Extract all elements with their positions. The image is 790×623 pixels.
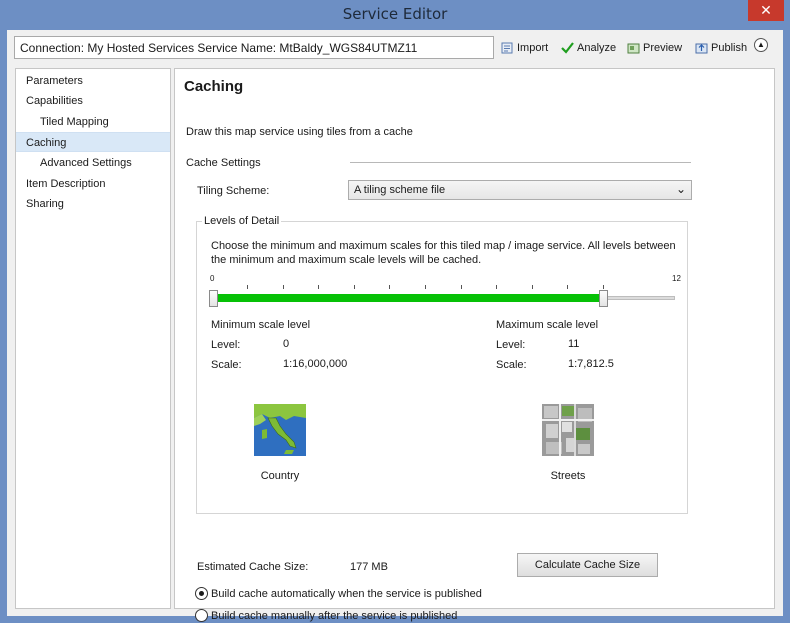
connection-field: Connection: My Hosted Services Service N… bbox=[14, 36, 494, 59]
service-editor-window: Service Editor ✕ Connection: My Hosted S… bbox=[0, 0, 790, 623]
country-map-image bbox=[254, 404, 306, 456]
slider-tick bbox=[602, 285, 604, 289]
min-level-value: 0 bbox=[283, 338, 290, 350]
analyze-button[interactable]: Analyze bbox=[561, 40, 616, 56]
nav-item-parameters[interactable]: Parameters bbox=[16, 71, 170, 91]
preview-button[interactable]: Preview bbox=[627, 40, 682, 56]
max-level-value: 11 bbox=[568, 338, 580, 350]
client-area: Connection: My Hosted Services Service N… bbox=[7, 30, 783, 622]
streets-caption: Streets bbox=[550, 470, 586, 482]
nav-item-item-description[interactable]: Item Description bbox=[16, 174, 170, 194]
max-scale-label: Scale: bbox=[496, 359, 527, 371]
slider-tick bbox=[389, 285, 391, 289]
slider-max-label: 12 bbox=[672, 274, 681, 283]
scale-level-slider[interactable]: 0 12 bbox=[209, 274, 681, 314]
slider-range-fill bbox=[212, 294, 604, 302]
collapse-icon[interactable]: ▲ bbox=[754, 38, 768, 52]
publish-button[interactable]: Publish bbox=[695, 40, 747, 56]
preview-icon bbox=[627, 42, 640, 54]
radio-unselected[interactable] bbox=[195, 609, 208, 622]
max-scale-value: 1:7,812.5 bbox=[568, 358, 614, 370]
window-title: Service Editor bbox=[342, 5, 448, 23]
slider-tick bbox=[282, 285, 284, 289]
slider-tick bbox=[425, 285, 426, 289]
max-scale-header: Maximum scale level bbox=[496, 319, 599, 331]
import-label: Import bbox=[517, 42, 549, 54]
max-level-label: Level: bbox=[496, 339, 526, 351]
calculate-cache-size-button[interactable]: Calculate Cache Size bbox=[517, 553, 658, 577]
slider-tick bbox=[531, 285, 533, 289]
section-divider bbox=[350, 162, 691, 163]
slider-min-thumb[interactable] bbox=[209, 290, 218, 307]
title-bar[interactable]: Service Editor ✕ bbox=[0, 0, 790, 30]
tiling-scheme-label: Tiling Scheme: bbox=[197, 185, 270, 197]
min-level-label: Level: bbox=[211, 339, 241, 351]
streets-map-image bbox=[542, 404, 594, 456]
analyze-label: Analyze bbox=[577, 42, 617, 54]
build-cache-manual-option[interactable]: Build cache manually after the service i… bbox=[195, 609, 457, 622]
levels-of-detail-legend: Levels of Detail bbox=[202, 215, 282, 227]
slider-tick bbox=[460, 285, 462, 289]
slider-max-thumb[interactable] bbox=[599, 290, 609, 307]
slider-tick bbox=[318, 285, 320, 289]
page-title: Caching bbox=[184, 78, 244, 95]
build-cache-auto-label: Build cache automatically when the servi… bbox=[211, 587, 482, 600]
slider-tick bbox=[353, 285, 355, 289]
publish-icon bbox=[695, 42, 708, 54]
tiling-scheme-dropdown[interactable]: A tiling scheme file ⌄ bbox=[348, 180, 692, 200]
nav-item-tiled-mapping[interactable]: Tiled Mapping bbox=[16, 112, 170, 132]
caching-panel: Caching Draw this map service using tile… bbox=[174, 68, 775, 622]
tiling-scheme-value: A tiling scheme file bbox=[354, 184, 446, 196]
levels-of-detail-help: Choose the minimum and maximum scales fo… bbox=[211, 240, 676, 266]
checkmark-icon bbox=[561, 42, 574, 54]
slider-tick bbox=[567, 285, 569, 289]
preview-label: Preview bbox=[643, 42, 683, 54]
close-button[interactable]: ✕ bbox=[748, 0, 784, 21]
estimated-cache-size-value: 177 MB bbox=[350, 561, 388, 573]
nav-item-advanced-settings[interactable]: Advanced Settings bbox=[16, 153, 170, 173]
nav-item-caching[interactable]: Caching bbox=[16, 132, 170, 152]
min-scale-header: Minimum scale level bbox=[211, 319, 311, 331]
slider-tick bbox=[247, 285, 249, 289]
min-scale-label: Scale: bbox=[211, 359, 242, 371]
min-scale-value: 1:16,000,000 bbox=[283, 358, 348, 370]
radio-selected[interactable] bbox=[195, 587, 208, 600]
caching-description: Draw this map service using tiles from a… bbox=[186, 126, 413, 138]
import-icon bbox=[501, 42, 514, 54]
chevron-down-icon: ⌄ bbox=[675, 182, 686, 196]
import-button[interactable]: Import bbox=[501, 40, 548, 56]
levels-of-detail-group: Levels of Detail Choose the minimum and … bbox=[196, 215, 688, 514]
toolbar: Connection: My Hosted Services Service N… bbox=[7, 30, 783, 64]
left-nav: Parameters Capabilities Tiled Mapping Ca… bbox=[15, 68, 171, 609]
nav-item-sharing[interactable]: Sharing bbox=[16, 194, 170, 214]
build-cache-manual-label: Build cache manually after the service i… bbox=[211, 609, 458, 622]
slider-min-label: 0 bbox=[210, 274, 215, 283]
estimated-cache-size-label: Estimated Cache Size: bbox=[197, 561, 309, 573]
country-caption: Country bbox=[260, 470, 300, 482]
publish-label: Publish bbox=[711, 42, 748, 54]
build-cache-auto-option[interactable]: Build cache automatically when the servi… bbox=[195, 587, 482, 600]
cache-settings-label: Cache Settings bbox=[186, 157, 261, 169]
slider-tick bbox=[496, 285, 498, 289]
nav-item-capabilities[interactable]: Capabilities bbox=[16, 91, 170, 111]
